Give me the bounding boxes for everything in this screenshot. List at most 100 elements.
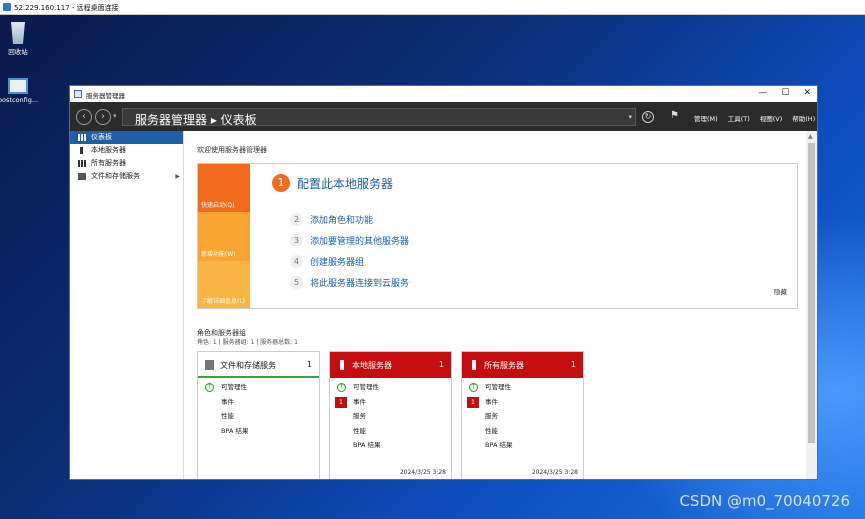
role-card-all-servers[interactable]: 所有服务器 1 ↑ 可管理性 1 事件 服务 性能 BPA 结果 2024/3/25… <box>461 351 584 479</box>
step-number: 2 <box>290 213 303 226</box>
window-controls: — ☐ ✕ <box>758 88 811 98</box>
welcome-title: 欢迎使用服务器管理器 <box>197 146 267 154</box>
vertical-scrollbar[interactable]: ▲ <box>806 131 817 479</box>
step-link[interactable]: 将此服务器连接到云服务 <box>310 276 409 289</box>
tile-quick-start[interactable]: 快速启动(Q) <box>198 164 250 212</box>
chevron-down-icon[interactable]: ▾ <box>628 113 632 121</box>
step-add-roles[interactable]: 2 添加角色和功能 <box>290 209 409 230</box>
sidebar-item-file-storage[interactable]: 文件和存储服务 ▶ <box>70 170 183 183</box>
card-row-performance[interactable]: 性能 <box>335 425 380 440</box>
sidebar-item-all-servers[interactable]: 所有服务器 <box>70 157 183 170</box>
step-link[interactable]: 创建服务器组 <box>310 255 364 268</box>
scrollbar-thumb[interactable] <box>808 143 815 443</box>
toolbar: ‹ › ▾ 服务器管理器 ▸ 仪表板 ▾ ↻ ⚑ 管理(M) 工具(T) 视图(… <box>70 102 817 131</box>
sidebar-item-label: 本地服务器 <box>91 146 126 154</box>
row-label: BPA 结果 <box>485 441 513 450</box>
sidebar-item-label: 文件和存储服务 <box>91 172 140 180</box>
menu-view[interactable]: 视图(V) <box>760 113 783 123</box>
card-row-bpa[interactable]: BPA 结果 <box>335 439 380 454</box>
row-label: 服务 <box>353 412 366 421</box>
card-row-bpa[interactable]: BPA 结果 <box>467 439 512 454</box>
notifications-flag-icon[interactable]: ⚑ <box>670 110 679 121</box>
role-card-file-storage[interactable]: 文件和存储服务 1 ↑ 可管理性 事件 性能 BPA 结果 <box>197 351 320 479</box>
card-rows: ↑ 可管理性 1 事件 服务 性能 BPA 结果 <box>467 381 512 454</box>
row-label: 性能 <box>221 412 234 421</box>
breadcrumb[interactable]: 服务器管理器 ▸ 仪表板 ▾ <box>122 108 636 127</box>
card-row-manageability[interactable]: ↑ 可管理性 <box>467 381 512 396</box>
breadcrumb-text: 服务器管理器 ▸ 仪表板 <box>135 113 257 127</box>
card-timestamp: 2024/3/25 3:28 <box>399 469 446 476</box>
step-link[interactable]: 添加角色和功能 <box>310 213 373 226</box>
step-number: 4 <box>290 255 303 268</box>
card-row-services[interactable]: 服务 <box>467 410 512 425</box>
card-rows: ↑ 可管理性 事件 性能 BPA 结果 <box>203 381 248 439</box>
card-row-manageability[interactable]: ↑ 可管理性 <box>203 381 248 396</box>
card-header[interactable]: 所有服务器 1 <box>462 352 583 378</box>
close-button[interactable]: ✕ <box>803 88 811 98</box>
card-row-events[interactable]: 事件 <box>203 396 248 411</box>
card-row-services[interactable]: 服务 <box>335 410 380 425</box>
row-label: 可管理性 <box>353 383 379 391</box>
desktop-icon-bginfo[interactable]: bostconfig... <box>0 78 40 104</box>
hide-welcome-link[interactable]: 隐藏 <box>774 286 787 296</box>
sidebar-item-label: 仪表板 <box>91 133 112 141</box>
role-card-local-server[interactable]: 本地服务器 1 ↑ 可管理性 1 事件 服务 性能 BPA 结果 2024/3/25… <box>329 351 452 479</box>
row-label: 性能 <box>353 426 366 435</box>
step-number: 1 <box>272 174 290 192</box>
sidebar-item-local-server[interactable]: 本地服务器 <box>70 144 183 157</box>
watermark: CSDN @m0_70040726 <box>679 492 850 510</box>
storage-icon <box>78 173 86 180</box>
row-label: 性能 <box>485 426 498 435</box>
step-link[interactable]: 添加要管理的其他服务器 <box>310 234 409 247</box>
card-row-events[interactable]: 1 事件 <box>335 396 380 411</box>
step-add-servers[interactable]: 3 添加要管理的其他服务器 <box>290 230 409 251</box>
desktop-icon-recycle-bin[interactable]: 回收站 <box>0 22 36 56</box>
card-row-performance[interactable]: 性能 <box>203 410 248 425</box>
remote-desktop-icon <box>3 3 11 11</box>
step-number: 5 <box>290 276 303 289</box>
step-connect-cloud[interactable]: 5 将此服务器连接到云服务 <box>290 272 409 293</box>
scroll-up-icon[interactable]: ▲ <box>808 133 813 140</box>
forward-button[interactable]: › <box>95 109 111 125</box>
row-label: 事件 <box>221 397 234 406</box>
card-row-events[interactable]: 1 事件 <box>467 396 512 411</box>
tile-learn-more[interactable]: 了解详细信息(L) <box>198 261 250 308</box>
alert-badge: 1 <box>467 396 479 408</box>
menu-manage[interactable]: 管理(M) <box>694 113 718 123</box>
storage-icon <box>205 360 214 370</box>
server-icon <box>472 360 476 370</box>
dashboard-main: 欢迎使用服务器管理器 快速启动(Q) 新增功能(W) 了解详细信息(L) 1 配… <box>185 131 805 479</box>
menu-tools[interactable]: 工具(T) <box>728 113 750 123</box>
back-button[interactable]: ‹ <box>76 109 92 125</box>
history-dropdown-icon[interactable]: ▾ <box>113 112 117 120</box>
card-header[interactable]: 本地服务器 1 <box>330 352 451 378</box>
card-row-performance[interactable]: 性能 <box>467 425 512 440</box>
step-number: 3 <box>290 234 303 247</box>
maximize-button[interactable]: ☐ <box>781 88 789 98</box>
minimize-button[interactable]: — <box>758 88 767 98</box>
row-label: 服务 <box>485 412 498 421</box>
step-link[interactable]: 配置此本地服务器 <box>297 175 393 192</box>
row-label: 事件 <box>353 397 366 406</box>
card-title: 所有服务器 <box>484 361 524 370</box>
tile-whats-new[interactable]: 新增功能(W) <box>198 212 250 261</box>
step-configure-local-server[interactable]: 1 配置此本地服务器 <box>272 174 393 192</box>
window-title-bar: 服务器管理器 — ☐ ✕ <box>70 86 817 102</box>
card-count: 1 <box>306 360 312 369</box>
menu-help[interactable]: 帮助(H) <box>792 113 815 123</box>
tile-label: 新增功能(W) <box>201 251 236 258</box>
row-label: BPA 结果 <box>221 426 249 435</box>
sidebar: 仪表板 本地服务器 所有服务器 文件和存储服务 ▶ <box>70 131 184 479</box>
sidebar-item-dashboard[interactable]: 仪表板 <box>70 131 183 144</box>
bginfo-icon <box>8 78 28 94</box>
card-row-bpa[interactable]: BPA 结果 <box>203 425 248 440</box>
chevron-right-icon[interactable]: ▶ <box>175 170 180 183</box>
card-row-manageability[interactable]: ↑ 可管理性 <box>335 381 380 396</box>
server-icon <box>340 360 344 370</box>
steps-list: 2 添加角色和功能 3 添加要管理的其他服务器 4 创建服务器组 5 将此服务器… <box>290 209 409 293</box>
card-header[interactable]: 文件和存储服务 1 <box>198 352 319 378</box>
refresh-button[interactable]: ↻ <box>642 111 654 123</box>
card-timestamp: 2024/3/25 3:28 <box>531 469 578 476</box>
step-create-group[interactable]: 4 创建服务器组 <box>290 251 409 272</box>
row-label: 可管理性 <box>221 383 247 391</box>
